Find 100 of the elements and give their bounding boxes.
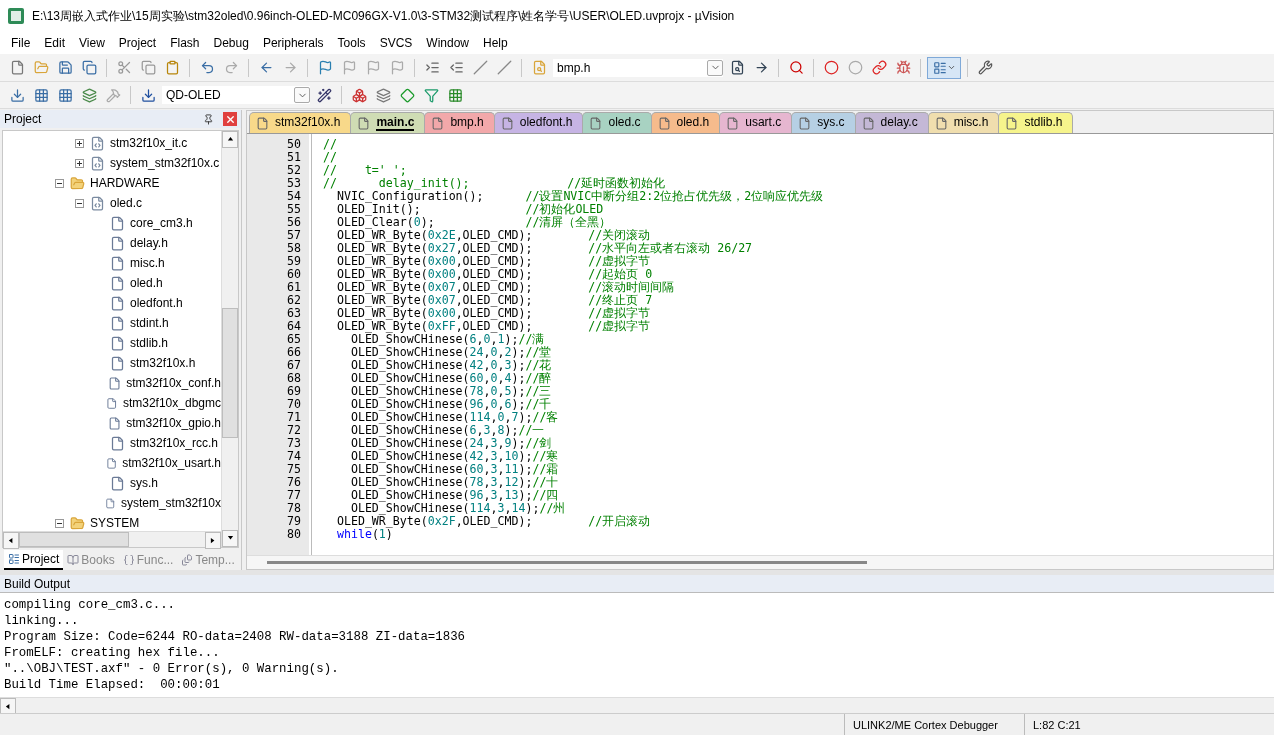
back-icon[interactable] bbox=[258, 60, 274, 75]
file-icon bbox=[657, 116, 671, 130]
file-tab[interactable]: bmp.h bbox=[424, 112, 495, 133]
code-line: OLED_ShowCHinese(24,0,2);//堂 bbox=[349, 346, 553, 359]
tree-item[interactable]: stm32f10x_rcc.h bbox=[130, 436, 219, 450]
pin-icon[interactable] bbox=[203, 113, 214, 125]
tree-item[interactable]: sys.h bbox=[130, 476, 158, 490]
file-icon bbox=[110, 475, 125, 491]
expand-icon[interactable] bbox=[75, 158, 84, 168]
collapse-icon[interactable] bbox=[55, 178, 64, 188]
menu-item[interactable]: Help bbox=[476, 36, 515, 50]
menu-item[interactable]: File bbox=[4, 36, 38, 50]
file-tab[interactable]: oled.h bbox=[650, 112, 721, 133]
menu-item[interactable]: Edit bbox=[37, 36, 73, 50]
translate-icon[interactable] bbox=[9, 87, 25, 103]
indent-icon[interactable] bbox=[424, 60, 440, 75]
find-icon[interactable] bbox=[729, 60, 745, 75]
save-all-icon[interactable] bbox=[81, 60, 97, 75]
file-tab[interactable]: oled.c bbox=[582, 112, 652, 133]
file-tab[interactable]: delay.c bbox=[854, 112, 929, 133]
tree-item[interactable]: misc.h bbox=[130, 256, 165, 270]
file-tab[interactable]: misc.h bbox=[927, 112, 1000, 133]
collapse-icon[interactable] bbox=[75, 198, 84, 208]
outdent-icon[interactable] bbox=[448, 60, 464, 75]
tree-item[interactable]: stm32f10x_usart.h bbox=[122, 456, 221, 470]
copy-icon[interactable] bbox=[140, 60, 156, 75]
menu-item[interactable]: Project bbox=[111, 36, 164, 50]
scroll-up-icon[interactable] bbox=[226, 136, 234, 143]
line-number: 73 bbox=[286, 437, 302, 450]
kill-breakpoints-icon[interactable] bbox=[895, 60, 911, 75]
tree-item[interactable]: stdlib.h bbox=[130, 336, 169, 350]
cut-icon[interactable] bbox=[116, 60, 132, 75]
bookmark-icon[interactable] bbox=[317, 60, 333, 75]
build-icon[interactable] bbox=[33, 87, 49, 103]
pack-installer-icon[interactable] bbox=[399, 87, 415, 103]
file-tab[interactable]: main.c bbox=[350, 112, 426, 133]
debug-search-icon[interactable] bbox=[788, 60, 804, 75]
panel-tab[interactable]: Project bbox=[4, 550, 64, 570]
menu-item[interactable]: SVCS bbox=[372, 36, 420, 50]
menu-item[interactable]: Debug bbox=[206, 36, 256, 50]
tree-item[interactable]: stm32f10x.h bbox=[130, 356, 196, 370]
line-number: 52 bbox=[286, 164, 302, 177]
tree-item[interactable]: oledfont.h bbox=[130, 296, 183, 310]
menu-item[interactable]: Peripherals bbox=[255, 36, 331, 50]
tree-item[interactable]: system_stm32f10x.c bbox=[110, 156, 220, 170]
menu-item[interactable]: Window bbox=[419, 36, 476, 50]
new-file-icon[interactable] bbox=[9, 60, 25, 75]
paste-icon[interactable] bbox=[164, 60, 180, 75]
close-button[interactable] bbox=[223, 112, 237, 126]
manage-runtime-icon[interactable] bbox=[447, 87, 463, 103]
download-icon[interactable] bbox=[140, 87, 156, 103]
incremental-find-icon[interactable] bbox=[753, 60, 769, 75]
expand-icon[interactable] bbox=[75, 138, 84, 148]
scroll-left-icon[interactable] bbox=[7, 537, 15, 544]
file-tab[interactable]: oledfont.h bbox=[493, 112, 584, 133]
menu-item[interactable]: Flash bbox=[163, 36, 207, 50]
vertical-scrollbar[interactable] bbox=[221, 131, 238, 547]
magic-wand-icon[interactable] bbox=[316, 87, 332, 103]
tree-item[interactable]: stm32f10x_it.c bbox=[110, 136, 188, 150]
line-number: 63 bbox=[286, 307, 302, 320]
file-tab[interactable]: sys.c bbox=[791, 112, 856, 133]
file-tab[interactable]: stm32f10x.h bbox=[249, 112, 352, 133]
tree-item[interactable]: oled.c bbox=[110, 196, 143, 210]
target-combo[interactable]: QD-OLED bbox=[161, 85, 311, 105]
tree-item[interactable]: oled.h bbox=[130, 276, 163, 290]
breakpoint-icon[interactable] bbox=[823, 60, 839, 75]
menu-item[interactable]: View bbox=[72, 36, 112, 50]
disable-all-breakpoints-icon[interactable] bbox=[871, 60, 887, 75]
line-number: 66 bbox=[286, 346, 302, 359]
horizontal-scrollbar[interactable] bbox=[3, 531, 221, 547]
tree-item[interactable]: SYSTEM bbox=[90, 516, 140, 530]
tree-item[interactable]: core_cm3.h bbox=[130, 216, 193, 230]
tree-item[interactable]: stm32f10x_gpio.h bbox=[126, 416, 221, 430]
rebuild-icon[interactable] bbox=[57, 87, 73, 103]
components-icon[interactable] bbox=[351, 87, 367, 103]
undo-icon[interactable] bbox=[199, 60, 215, 75]
scroll-down-icon[interactable] bbox=[226, 535, 234, 542]
file-combo[interactable]: bmp.h bbox=[552, 57, 724, 78]
collapse-icon[interactable] bbox=[55, 518, 64, 528]
comment-icon[interactable] bbox=[472, 60, 488, 75]
wrench-icon[interactable] bbox=[977, 60, 993, 75]
tree-item[interactable]: stdint.h bbox=[130, 316, 169, 330]
horizontal-scrollbar[interactable] bbox=[247, 555, 1273, 569]
scroll-right-icon[interactable] bbox=[209, 537, 217, 544]
tree-item[interactable]: HARDWARE bbox=[90, 176, 160, 190]
scroll-left-icon[interactable] bbox=[4, 703, 12, 710]
save-icon[interactable] bbox=[57, 60, 73, 75]
tree-item[interactable]: stm32f10x_conf.h bbox=[126, 376, 221, 390]
tree-item[interactable]: delay.h bbox=[130, 236, 168, 250]
uncomment-icon[interactable] bbox=[496, 60, 512, 75]
horizontal-scrollbar[interactable] bbox=[0, 697, 1274, 713]
window-layout-button[interactable] bbox=[927, 56, 961, 79]
select-packs-icon[interactable] bbox=[423, 87, 439, 103]
tree-item[interactable]: stm32f10x_dbgmc bbox=[122, 396, 221, 410]
tree-item[interactable]: system_stm32f10x bbox=[120, 496, 221, 510]
batch-build-icon[interactable] bbox=[81, 87, 97, 103]
file-tab[interactable]: stdlib.h bbox=[998, 112, 1074, 133]
file-tab[interactable]: usart.c bbox=[719, 112, 793, 133]
menu-item[interactable]: Tools bbox=[330, 36, 373, 50]
file-extensions-icon[interactable] bbox=[375, 87, 391, 103]
